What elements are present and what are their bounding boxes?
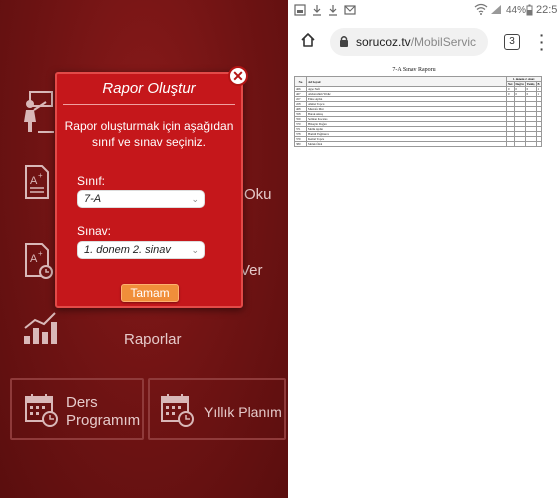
dialog-message: Rapor oluşturmak için aşağıdan sınıf ve …	[64, 119, 234, 149]
exam-select-value: 1. donem 2. sinav	[84, 244, 171, 256]
exam-select[interactable]: 1. donem 2. sinav ⌄	[77, 241, 205, 259]
calendar-clock-icon[interactable]	[24, 392, 60, 433]
url-text: sorucoz.tv/MobilServic	[356, 34, 484, 50]
chevron-down-icon: ⌄	[191, 194, 199, 204]
subheader-yanlis: Yanlış	[524, 81, 537, 87]
chevron-down-icon: ⌄	[191, 245, 199, 255]
app-screen: A + Oku A + Ver Raporlar Ders Programım …	[0, 0, 288, 498]
cell-value	[513, 141, 526, 147]
status-bar: 44% 22:5	[288, 0, 557, 22]
table-row: 380 Melek Önal	[294, 141, 542, 147]
cell-name: Melek Önal	[306, 141, 507, 147]
tile-label-ver[interactable]: Ver	[240, 262, 263, 280]
header-no: No	[294, 76, 307, 87]
svg-text:A: A	[30, 175, 38, 187]
more-menu-icon[interactable]: · · ·	[538, 28, 546, 56]
cell-value	[535, 141, 542, 147]
tab-switcher-button[interactable]: 3	[504, 34, 520, 50]
cell-value	[506, 141, 515, 147]
report-table-body: 466 Ayşe Nefi 0 0 0 1 467 Abdurrahim Yildiz 0 0 0 1…	[294, 86, 542, 147]
exam-label: Sınav:	[77, 224, 112, 238]
mail-icon	[344, 5, 356, 15]
cell-value	[524, 141, 537, 147]
tamam-button[interactable]: Tamam	[121, 284, 179, 302]
document-grade-icon[interactable]: A +	[24, 164, 50, 205]
class-label: Sınıf:	[77, 174, 106, 188]
url-host: sorucoz.tv	[356, 35, 411, 49]
tile-label-raporlar[interactable]: Raporlar	[124, 331, 182, 349]
battery-percentage: 44%	[506, 5, 527, 16]
lock-icon	[340, 36, 348, 47]
dialog-title: Rapor Oluştur	[102, 80, 196, 97]
subheader-dogru: Doğru	[513, 81, 526, 87]
class-select-value: 7-A	[84, 193, 102, 205]
tile-label-oku[interactable]: Oku	[244, 186, 272, 204]
header-name: Ad Soyad	[306, 76, 507, 87]
report-title: 7-A Sınav Raporu	[392, 67, 436, 73]
url-input[interactable]: sorucoz.tv/MobilServic	[330, 28, 488, 56]
browser-screen: 44% 22:5 sorucoz.tv/MobilServic 3 · · · 7-…	[288, 0, 557, 498]
svg-text:A: A	[30, 253, 38, 265]
browser-toolbar: sorucoz.tv/MobilServic 3 · · ·	[288, 24, 557, 64]
svg-text:+: +	[38, 171, 43, 180]
screenshot-icon	[294, 4, 306, 16]
dialog-divider	[63, 104, 235, 105]
svg-text:+: +	[38, 249, 43, 258]
download-icon	[313, 5, 321, 16]
home-icon[interactable]	[300, 32, 316, 48]
wifi-icon	[474, 3, 488, 15]
clock: 22:5	[536, 4, 557, 16]
rapor-olustur-dialog: Rapor Oluştur Rapor oluşturmak için aşağ…	[55, 72, 243, 308]
close-icon[interactable]: ✕	[228, 66, 248, 86]
tile-label-yillik-planim: Yıllık Planım	[204, 404, 282, 420]
report-page: 7-A Sınav Raporu No Ad Soyad 1. donem 2.…	[294, 67, 557, 167]
download-icon	[329, 5, 337, 16]
report-table: No Ad Soyad 1. donem 2. sinav Net Doğru …	[294, 76, 542, 147]
url-path: /MobilServic	[410, 35, 477, 49]
cell-no: 380	[294, 141, 307, 147]
tile-label-ders-programim: Ders Programım	[66, 394, 141, 429]
bar-chart-icon[interactable]	[22, 310, 58, 351]
table-header-row: No Ad Soyad 1. donem 2. sinav	[294, 76, 542, 87]
teacher-board-icon[interactable]	[22, 90, 56, 139]
document-clock-icon[interactable]: A +	[24, 242, 54, 285]
class-select[interactable]: 7-A ⌄	[77, 190, 205, 208]
calendar-clock-icon[interactable]	[160, 392, 196, 433]
battery-icon	[526, 4, 533, 16]
signal-icon	[491, 5, 501, 14]
